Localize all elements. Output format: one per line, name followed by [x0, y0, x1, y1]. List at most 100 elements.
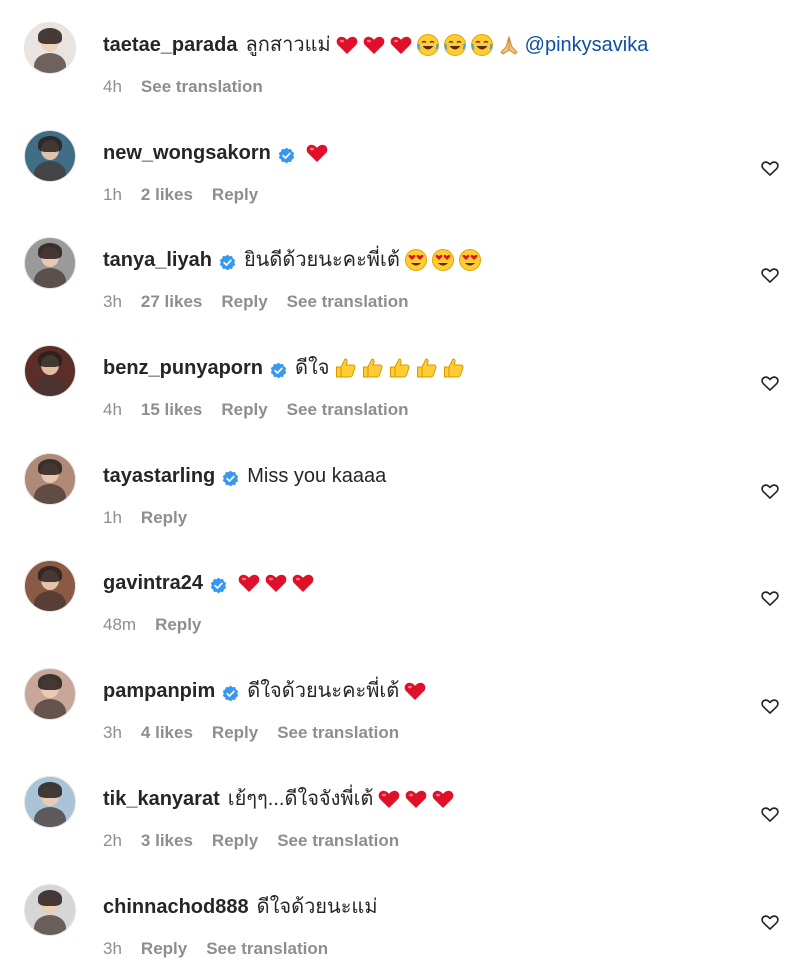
username-link[interactable]: pampanpim — [103, 678, 215, 704]
red-heart-emoji — [237, 571, 261, 595]
like-heart-icon[interactable] — [760, 158, 780, 178]
reply-button[interactable]: Reply — [221, 400, 267, 419]
username-link[interactable]: benz_punyaporn — [103, 355, 263, 381]
likes-count-link[interactable]: 15 likes — [141, 400, 202, 419]
mention-link[interactable]: @pinkysavika — [525, 32, 649, 58]
see-translation-button[interactable]: See translation — [141, 77, 263, 96]
like-heart-icon[interactable] — [760, 804, 780, 824]
comment-meta: 3h Reply See translation — [103, 938, 347, 960]
comment-time: 2h — [103, 831, 122, 850]
comment-meta: 1h 2 likes Reply — [103, 184, 277, 206]
reply-button[interactable]: Reply — [221, 292, 267, 311]
emoji-group — [377, 787, 455, 811]
red-heart-emoji — [389, 33, 413, 57]
see-translation-button[interactable]: See translation — [287, 400, 409, 419]
reply-button[interactable]: Reply — [155, 615, 201, 634]
comment-row: benz_punyaporn ดีใจ 4h 15 likes Reply See tra… — [0, 333, 800, 433]
avatar[interactable] — [24, 776, 76, 828]
red-heart-emoji — [264, 571, 288, 595]
comment-row: chinnachod888 ดีใจด้วยนะแม่ 3h Reply See tra… — [0, 872, 800, 972]
heart-eyes-emoji — [431, 248, 455, 272]
red-heart-emoji — [335, 33, 359, 57]
avatar[interactable] — [24, 453, 76, 505]
comment-body: benz_punyaporn ดีใจ — [103, 355, 466, 381]
comment-meta: 1h Reply — [103, 507, 206, 529]
likes-count-link[interactable]: 27 likes — [141, 292, 202, 311]
reply-button[interactable]: Reply — [212, 723, 258, 742]
comment-time: 48m — [103, 615, 137, 634]
comment-row: tanya_liyah ยินดีด้วยนะคะพี่เต้ 3h 27 likes… — [0, 225, 800, 325]
comment-text: ลูกสาวแม่ — [245, 34, 331, 56]
thumbs-up-emoji — [361, 356, 385, 380]
like-heart-icon[interactable] — [760, 696, 780, 716]
reply-button[interactable]: Reply — [212, 185, 258, 204]
like-heart-icon[interactable] — [760, 481, 780, 501]
comment-time: 3h — [103, 939, 122, 958]
joy-emoji — [470, 33, 494, 57]
username-link[interactable]: new_wongsakorn — [103, 140, 271, 166]
comment-row: gavintra24 48m Reply — [0, 548, 800, 648]
likes-count-link[interactable]: 2 likes — [141, 185, 193, 204]
username-link[interactable]: tayastarling — [103, 463, 215, 489]
emoji-group — [403, 679, 427, 703]
comment-body: tik_kanyarat เย้ๆๆ...ดีใจจังพี่เต้ — [103, 786, 455, 812]
comment-text: ดีใจด้วยนะคะพี่เต้ — [247, 680, 400, 702]
username-link[interactable]: tanya_liyah — [103, 247, 212, 273]
avatar[interactable] — [24, 345, 76, 397]
comment-body: chinnachod888 ดีใจด้วยนะแม่ — [103, 894, 378, 920]
red-heart-emoji — [403, 679, 427, 703]
likes-count-link[interactable]: 4 likes — [141, 723, 193, 742]
avatar[interactable] — [24, 884, 76, 936]
comment-body: taetae_parada ลูกสาวแม่ @pinkysavika — [103, 32, 648, 58]
emoji-group — [404, 248, 482, 272]
comment-row: pampanpim ดีใจด้วยนะคะพี่เต้ 3h 4 likes Repl… — [0, 656, 800, 756]
like-heart-icon[interactable] — [760, 265, 780, 285]
like-heart-icon[interactable] — [760, 373, 780, 393]
username-link[interactable]: tik_kanyarat — [103, 786, 220, 812]
see-translation-button[interactable]: See translation — [206, 939, 328, 958]
like-heart-icon[interactable] — [760, 912, 780, 932]
avatar[interactable] — [24, 130, 76, 182]
red-heart-emoji — [431, 787, 455, 811]
see-translation-button[interactable]: See translation — [287, 292, 409, 311]
verified-badge-icon — [278, 145, 295, 163]
username-link[interactable]: taetae_parada — [103, 32, 238, 58]
comment-body: tayastarling Miss you kaaaa — [103, 463, 386, 489]
comment-body: gavintra24 — [103, 570, 315, 596]
joy-emoji — [443, 33, 467, 57]
reply-button[interactable]: Reply — [141, 939, 187, 958]
avatar[interactable] — [24, 22, 76, 74]
comment-meta: 2h 3 likes Reply See translation — [103, 830, 418, 852]
reply-button[interactable]: Reply — [141, 508, 187, 527]
verified-badge-icon — [270, 360, 287, 378]
comment-time: 4h — [103, 77, 122, 96]
like-heart-icon[interactable] — [760, 588, 780, 608]
comment-row: new_wongsakorn 1h 2 likes Reply — [0, 118, 800, 218]
comment-time: 4h — [103, 400, 122, 419]
thumbs-up-emoji — [442, 356, 466, 380]
see-translation-button[interactable]: See translation — [277, 723, 399, 742]
heart-eyes-emoji — [458, 248, 482, 272]
likes-count-link[interactable]: 3 likes — [141, 831, 193, 850]
reply-button[interactable]: Reply — [212, 831, 258, 850]
avatar[interactable] — [24, 668, 76, 720]
username-link[interactable]: gavintra24 — [103, 570, 203, 596]
thumbs-up-emoji — [415, 356, 439, 380]
thumbs-up-emoji — [334, 356, 358, 380]
comment-row: tik_kanyarat เย้ๆๆ...ดีใจจังพี่เต้ 2h 3 lik… — [0, 764, 800, 864]
avatar[interactable] — [24, 560, 76, 612]
comment-meta: 3h 4 likes Reply See translation — [103, 722, 418, 744]
see-translation-button[interactable]: See translation — [277, 831, 399, 850]
red-heart-emoji — [377, 787, 401, 811]
red-heart-emoji — [305, 141, 329, 165]
verified-badge-icon — [222, 683, 239, 701]
comment-body: pampanpim ดีใจด้วยนะคะพี่เต้ — [103, 678, 427, 704]
comment-meta: 4h See translation — [103, 76, 282, 98]
red-heart-emoji — [404, 787, 428, 811]
username-link[interactable]: chinnachod888 — [103, 894, 249, 920]
emoji-group — [305, 141, 329, 165]
red-heart-emoji — [362, 33, 386, 57]
avatar[interactable] — [24, 237, 76, 289]
comment-text: ยินดีด้วยนะคะพี่เต้ — [243, 249, 400, 271]
verified-badge-icon — [210, 575, 227, 593]
